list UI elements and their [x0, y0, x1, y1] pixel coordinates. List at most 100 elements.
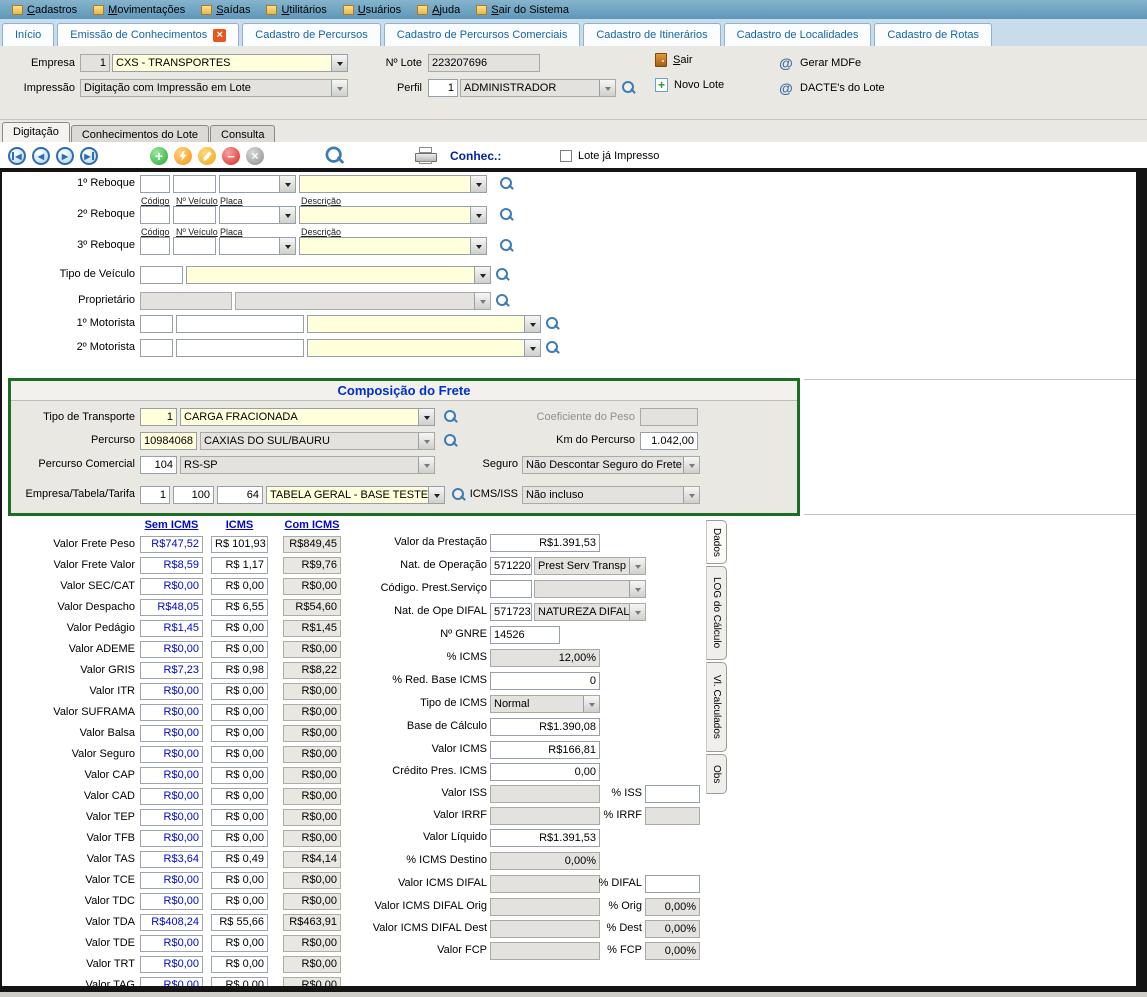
- icms-field[interactable]: R$ 0,00: [211, 725, 268, 742]
- empresa-code-field[interactable]: 1: [80, 54, 110, 72]
- side-tab-vl-calculados[interactable]: Vl. Calculados: [706, 662, 727, 752]
- motorista1-combo[interactable]: [307, 315, 541, 333]
- nat-operacao-combo[interactable]: Prest Serv Transp a N: [534, 557, 646, 575]
- side-tab-obs[interactable]: Obs: [706, 754, 727, 794]
- nat-ope-difal-combo[interactable]: NATUREZA DIFAL: [534, 603, 646, 621]
- chevron-down-icon[interactable]: [279, 238, 295, 254]
- proprietario-search-icon[interactable]: [496, 294, 510, 308]
- tab-consulta[interactable]: Consulta: [210, 125, 275, 143]
- gnre-field[interactable]: 14526: [490, 626, 560, 644]
- impressao-combo[interactable]: Digitação com Impressão em Lote: [80, 79, 348, 97]
- icms-field[interactable]: R$ 0,00: [211, 872, 268, 889]
- percurso-comercial-code-field[interactable]: 104: [140, 456, 177, 474]
- sem-icms-field[interactable]: R$0,00: [140, 725, 203, 742]
- icms-field[interactable]: R$ 0,00: [211, 704, 268, 721]
- ett-empresa-field[interactable]: 1: [140, 486, 170, 504]
- sem-icms-field[interactable]: R$0,00: [140, 956, 203, 973]
- nav-first-button[interactable]: [8, 147, 26, 165]
- lote-field[interactable]: 223207696: [428, 54, 540, 72]
- chevron-down-icon[interactable]: [629, 558, 645, 574]
- close-tab-icon[interactable]: ×: [213, 29, 226, 42]
- perfil-code-field[interactable]: 1: [428, 79, 458, 97]
- icms-field[interactable]: R$ 0,00: [211, 893, 268, 910]
- window-tab[interactable]: Emissão de Conhecimentos×: [57, 23, 239, 46]
- icms-field[interactable]: R$ 0,00: [211, 809, 268, 826]
- post-button[interactable]: [174, 147, 192, 165]
- credito-pres-field[interactable]: 0,00: [490, 763, 600, 781]
- sem-icms-field[interactable]: R$3,64: [140, 851, 203, 868]
- prestacao-field[interactable]: R$1.391,53: [490, 534, 600, 552]
- cod-prest-servico-code-field[interactable]: [490, 580, 532, 598]
- chevron-down-icon[interactable]: [524, 340, 540, 356]
- valor-liquido-field[interactable]: R$1.391,53: [490, 829, 600, 847]
- reboque3-descricao-combo[interactable]: [299, 237, 487, 255]
- reboque3-nveiculo-field[interactable]: [173, 237, 216, 255]
- nat-ope-difal-code-field[interactable]: 571723: [490, 603, 532, 621]
- tipo-transporte-code-field[interactable]: 1: [140, 408, 177, 426]
- menu-item[interactable]: Utilitários: [258, 3, 334, 17]
- window-tab[interactable]: Cadastro de Percursos: [242, 23, 381, 46]
- sem-icms-field[interactable]: R$48,05: [140, 599, 203, 616]
- tab-digitacao[interactable]: Digitação: [2, 122, 70, 142]
- reboque1-search-icon[interactable]: [500, 177, 514, 191]
- reboque2-placa-combo[interactable]: [219, 206, 296, 224]
- reboque2-descricao-combo[interactable]: [299, 206, 487, 224]
- reboque1-nveiculo-field[interactable]: [173, 175, 216, 193]
- seguro-combo[interactable]: Não Descontar Seguro do Frete P: [522, 456, 700, 474]
- chevron-down-icon[interactable]: [418, 409, 434, 425]
- reboque2-codigo-field[interactable]: [140, 206, 170, 224]
- tab-conhecimentos-do-lote[interactable]: Conhecimentos do Lote: [71, 125, 209, 143]
- icms-field[interactable]: R$ 6,55: [211, 599, 268, 616]
- sem-icms-field[interactable]: R$1,45: [140, 620, 203, 637]
- print-button[interactable]: [415, 147, 437, 164]
- edit-button[interactable]: [198, 147, 216, 165]
- menu-item[interactable]: Usuários: [335, 3, 409, 17]
- chevron-down-icon[interactable]: [279, 207, 295, 223]
- valor-icms-field[interactable]: R$166,81: [490, 741, 600, 759]
- menu-item[interactable]: Ajuda: [409, 3, 468, 17]
- motorista2-search-icon[interactable]: [546, 341, 560, 355]
- chevron-down-icon[interactable]: [524, 316, 540, 332]
- menu-item[interactable]: Cadastros: [4, 3, 85, 17]
- chevron-down-icon[interactable]: [474, 267, 490, 283]
- icms-field[interactable]: R$ 0,00: [211, 620, 268, 637]
- motorista2-doc-field[interactable]: [176, 339, 304, 357]
- sem-icms-field[interactable]: R$0,00: [140, 830, 203, 847]
- km-percurso-field[interactable]: 1.042,00: [640, 432, 698, 450]
- perfil-combo[interactable]: ADMINISTRADOR: [460, 79, 616, 97]
- nav-prev-button[interactable]: [32, 147, 50, 165]
- chevron-down-icon[interactable]: [683, 487, 699, 503]
- icms-field[interactable]: R$ 101,93: [211, 536, 268, 553]
- novo-lote-button[interactable]: Novo Lote: [655, 78, 724, 92]
- reboque3-search-icon[interactable]: [500, 239, 514, 253]
- chevron-down-icon[interactable]: [470, 207, 486, 223]
- perfil-search-icon[interactable]: [622, 81, 636, 95]
- chevron-down-icon[interactable]: [629, 581, 645, 597]
- delete-button[interactable]: [222, 147, 240, 165]
- icms-iss-combo[interactable]: Não incluso: [522, 486, 700, 504]
- icms-field[interactable]: R$ 0,98: [211, 662, 268, 679]
- sem-icms-field[interactable]: R$0,00: [140, 935, 203, 952]
- window-tab[interactable]: Início: [2, 23, 54, 46]
- proprietario-combo[interactable]: [235, 292, 491, 310]
- icms-field[interactable]: R$ 0,00: [211, 641, 268, 658]
- empresa-combo[interactable]: CXS - TRANSPORTES: [112, 54, 348, 72]
- icms-field[interactable]: R$ 0,00: [211, 578, 268, 595]
- sem-icms-field[interactable]: R$747,52: [140, 536, 203, 553]
- ett-tabela-field[interactable]: 100: [173, 486, 214, 504]
- search-button[interactable]: [326, 147, 345, 166]
- reboque3-codigo-field[interactable]: [140, 237, 170, 255]
- ett-tarifa-field[interactable]: 64: [217, 486, 263, 504]
- icms-field[interactable]: R$ 0,00: [211, 830, 268, 847]
- chevron-down-icon[interactable]: [629, 604, 645, 620]
- sem-icms-field[interactable]: R$0,00: [140, 578, 203, 595]
- sem-icms-field[interactable]: R$0,00: [140, 809, 203, 826]
- motorista2-combo[interactable]: [307, 339, 541, 357]
- icms-field[interactable]: R$ 0,00: [211, 956, 268, 973]
- cancel-button[interactable]: [246, 147, 264, 165]
- cod-prest-servico-combo[interactable]: [534, 580, 646, 598]
- icms-field[interactable]: R$ 0,00: [211, 683, 268, 700]
- window-tab[interactable]: Cadastro de Percursos Comerciais: [384, 23, 581, 46]
- chevron-down-icon[interactable]: [418, 433, 434, 449]
- motorista2-codigo-field[interactable]: [140, 339, 173, 357]
